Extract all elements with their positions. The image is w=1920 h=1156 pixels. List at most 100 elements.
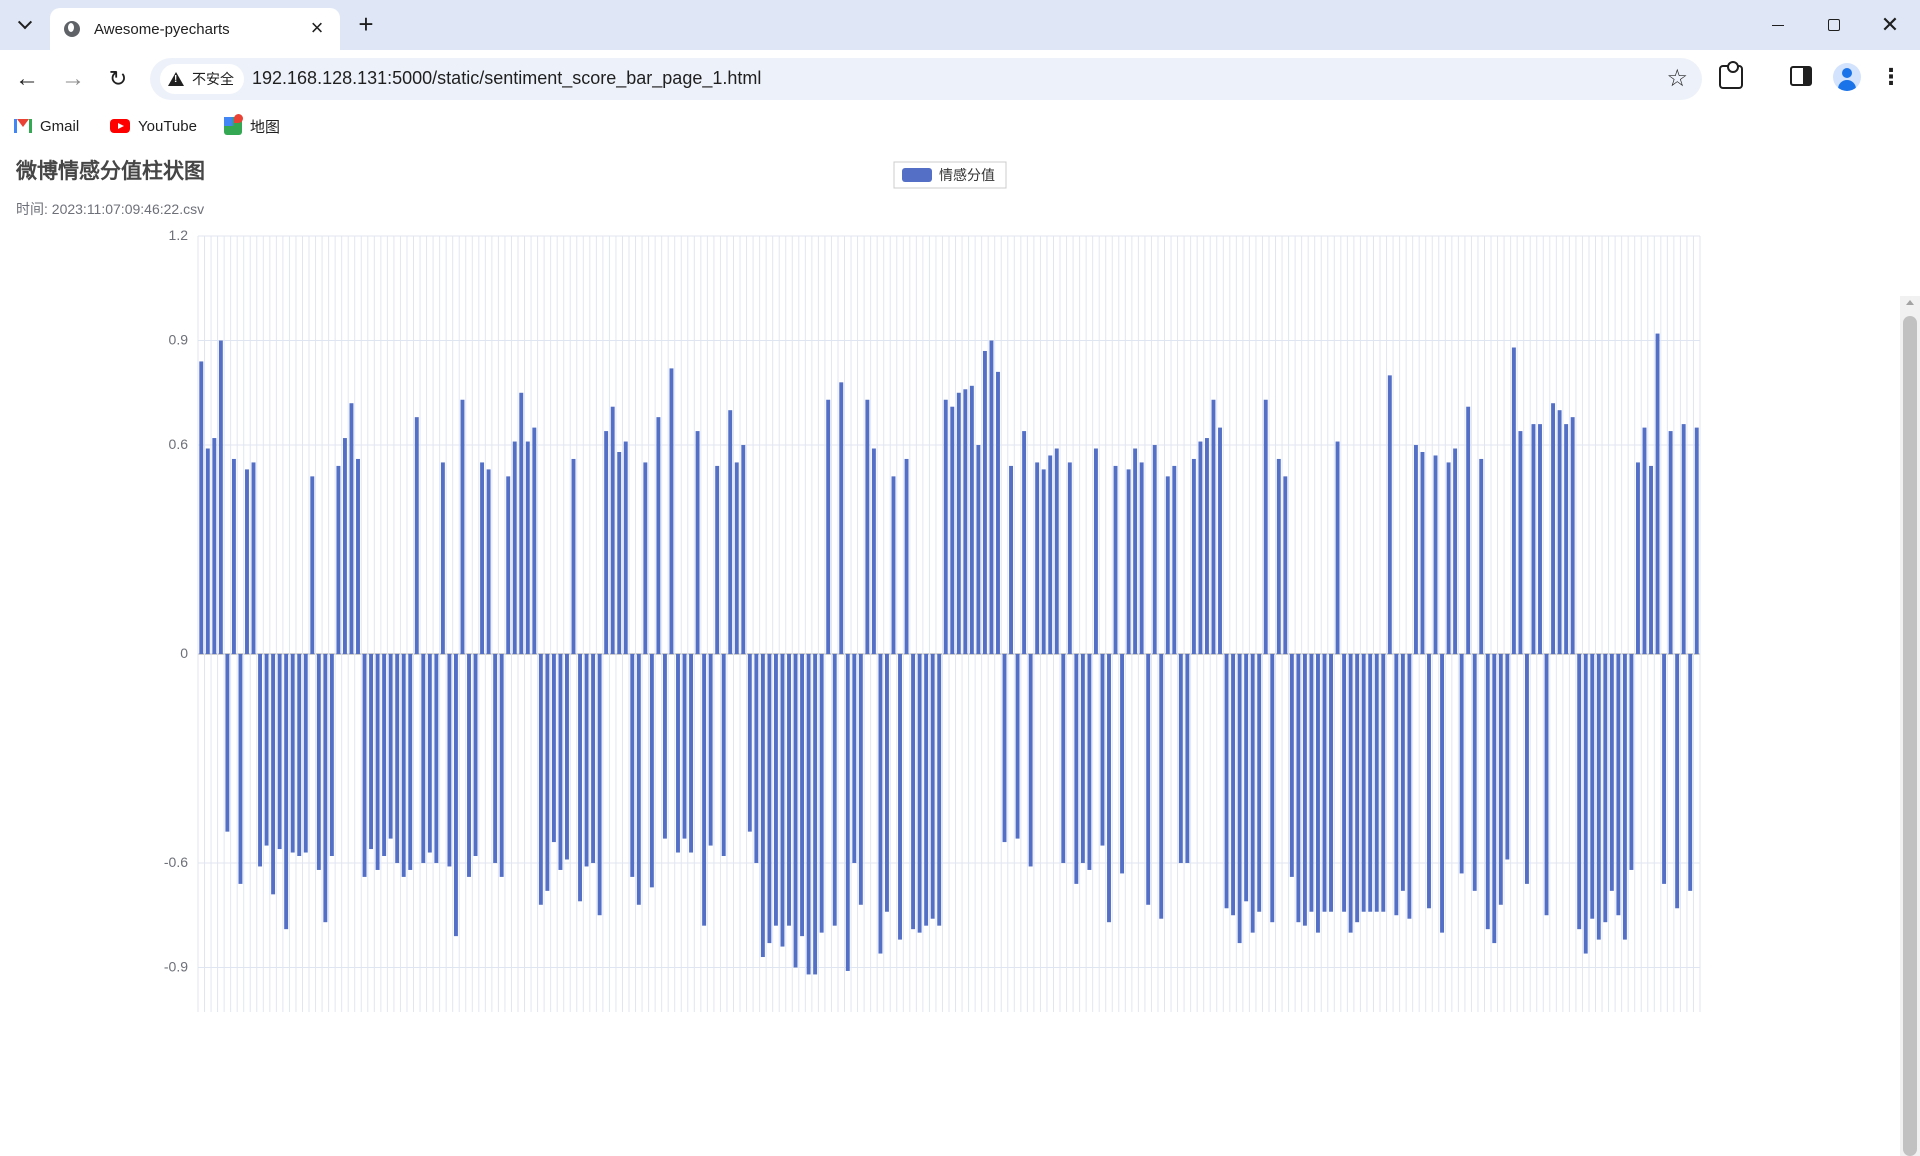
bar[interactable]: [649, 654, 654, 888]
bar[interactable]: [1557, 410, 1562, 654]
bar[interactable]: [225, 654, 230, 832]
bar[interactable]: [787, 654, 791, 926]
bar[interactable]: [1427, 654, 1431, 909]
bar[interactable]: [375, 654, 380, 870]
bar[interactable]: [1642, 427, 1647, 655]
bar[interactable]: [891, 476, 896, 654]
bar[interactable]: [388, 654, 393, 839]
bar[interactable]: [1250, 654, 1255, 933]
bar[interactable]: [1335, 441, 1340, 654]
bar[interactable]: [551, 654, 556, 843]
bar[interactable]: [1198, 441, 1203, 654]
bar[interactable]: [1433, 455, 1438, 654]
bar[interactable]: [858, 654, 863, 905]
bar[interactable]: [356, 458, 360, 654]
bar[interactable]: [362, 654, 367, 877]
bar[interactable]: [421, 654, 426, 863]
bar[interactable]: [1022, 431, 1027, 654]
bar[interactable]: [943, 399, 948, 654]
tab-search-button[interactable]: [8, 8, 42, 42]
bar[interactable]: [525, 441, 530, 654]
bar[interactable]: [754, 654, 759, 863]
address-bar[interactable]: 不安全 192.168.128.131:5000/static/sentimen…: [150, 58, 1702, 100]
bar[interactable]: [963, 389, 968, 654]
bar[interactable]: [773, 654, 778, 926]
bar[interactable]: [930, 654, 935, 919]
bar[interactable]: [1596, 654, 1601, 940]
bar[interactable]: [1093, 448, 1098, 655]
bar[interactable]: [349, 403, 354, 654]
bar[interactable]: [813, 654, 818, 975]
bar[interactable]: [1538, 424, 1542, 654]
bar[interactable]: [871, 448, 876, 655]
bar[interactable]: [1191, 458, 1196, 654]
bar[interactable]: [597, 654, 602, 916]
bar[interactable]: [1603, 654, 1608, 923]
bar[interactable]: [1479, 458, 1484, 654]
bar[interactable]: [1361, 654, 1366, 912]
bar[interactable]: [1694, 427, 1699, 655]
bar[interactable]: [558, 654, 563, 870]
extensions-button[interactable]: [1719, 61, 1743, 89]
bar[interactable]: [290, 654, 295, 853]
bar[interactable]: [1342, 654, 1347, 912]
bar[interactable]: [1413, 445, 1418, 654]
bar[interactable]: [1276, 458, 1281, 654]
bar[interactable]: [1028, 654, 1033, 867]
bar[interactable]: [917, 654, 922, 933]
bar[interactable]: [708, 654, 713, 846]
bar[interactable]: [1472, 654, 1477, 891]
bar[interactable]: [245, 469, 249, 654]
bar[interactable]: [1368, 654, 1373, 912]
bar[interactable]: [826, 399, 831, 654]
bar[interactable]: [506, 476, 511, 654]
security-indicator[interactable]: 不安全: [160, 64, 244, 94]
bar[interactable]: [251, 462, 256, 654]
bar[interactable]: [1165, 476, 1170, 654]
minimize-window-button[interactable]: [1750, 0, 1806, 50]
bar[interactable]: [1446, 462, 1451, 654]
bar[interactable]: [401, 654, 406, 877]
bar[interactable]: [199, 361, 204, 654]
bar[interactable]: [728, 410, 733, 654]
new-tab-button[interactable]: +: [350, 9, 382, 41]
bar[interactable]: [1054, 448, 1059, 655]
side-panel-button[interactable]: [1790, 66, 1812, 86]
bar[interactable]: [427, 654, 432, 853]
bar[interactable]: [643, 462, 648, 654]
bar[interactable]: [982, 350, 987, 654]
bar[interactable]: [434, 654, 439, 863]
bar[interactable]: [238, 654, 243, 884]
profile-avatar-button[interactable]: [1833, 63, 1861, 91]
bar[interactable]: [1224, 654, 1229, 909]
bar[interactable]: [369, 654, 374, 850]
bar[interactable]: [1178, 654, 1183, 863]
bar[interactable]: [1636, 462, 1640, 654]
bar[interactable]: [937, 654, 942, 926]
bar[interactable]: [1681, 424, 1686, 654]
bar[interactable]: [591, 654, 596, 863]
bar[interactable]: [715, 465, 720, 654]
bar[interactable]: [297, 654, 302, 857]
bar[interactable]: [532, 427, 537, 655]
bar[interactable]: [760, 654, 765, 958]
bar[interactable]: [519, 392, 524, 654]
bar[interactable]: [1381, 654, 1386, 912]
close-window-button[interactable]: ✕: [1862, 0, 1918, 50]
bar[interactable]: [447, 654, 452, 867]
bar[interactable]: [604, 431, 609, 654]
bar[interactable]: [950, 406, 955, 654]
back-button[interactable]: ←: [9, 61, 45, 97]
bar[interactable]: [741, 445, 746, 654]
bar[interactable]: [460, 399, 465, 654]
bar[interactable]: [277, 654, 282, 850]
bar[interactable]: [1551, 403, 1556, 654]
bar[interactable]: [1374, 654, 1379, 912]
bar[interactable]: [1570, 417, 1575, 654]
bar[interactable]: [1524, 654, 1529, 884]
bar[interactable]: [310, 476, 315, 654]
bar[interactable]: [734, 462, 739, 654]
bar[interactable]: [1675, 654, 1680, 909]
bar[interactable]: [1100, 654, 1105, 846]
bar[interactable]: [323, 654, 328, 923]
